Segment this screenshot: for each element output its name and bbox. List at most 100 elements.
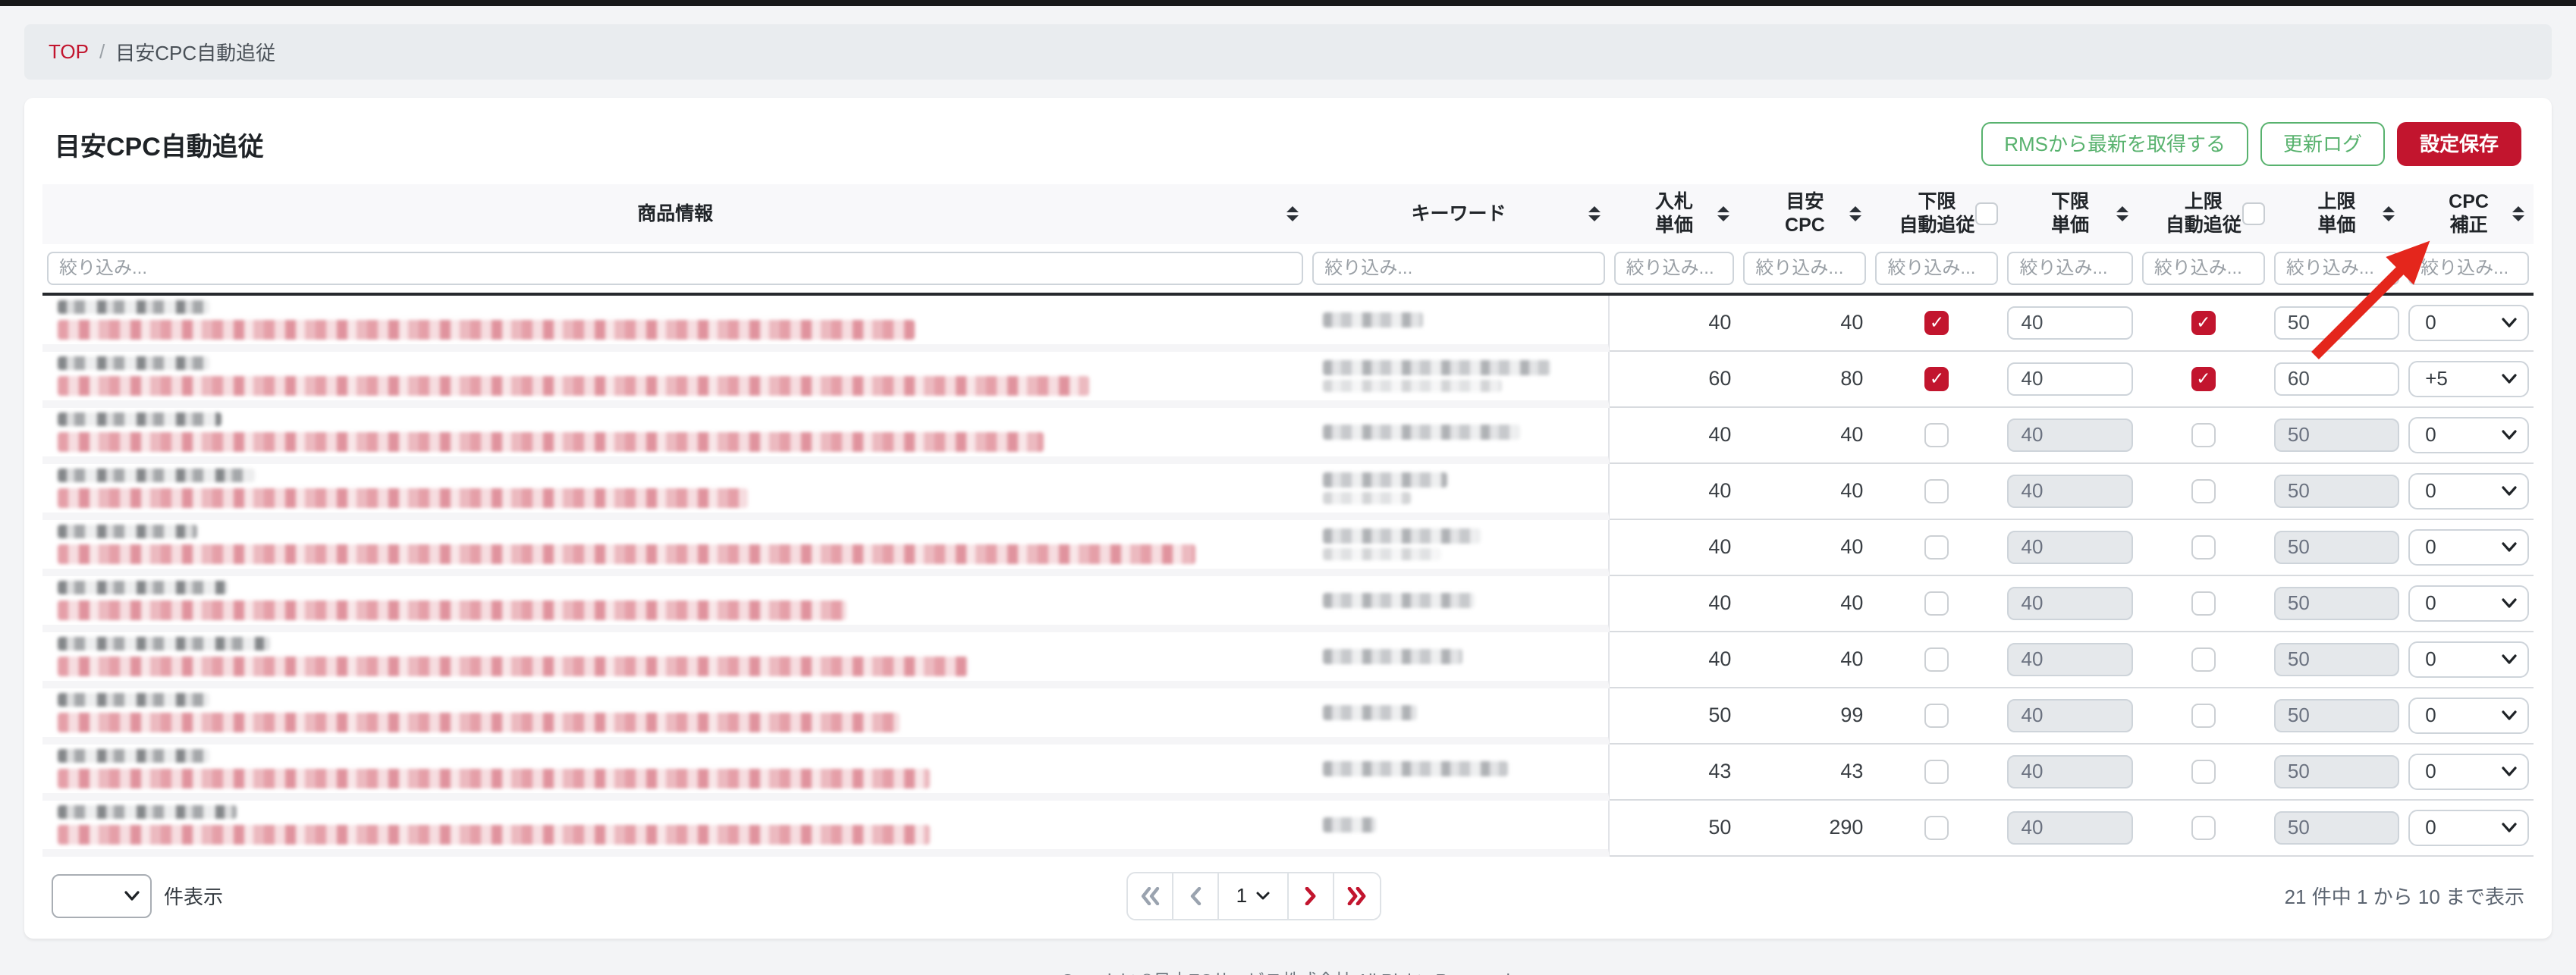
upper-auto-follow-checkbox[interactable] xyxy=(2191,703,2216,728)
lower-auto-follow-checkbox[interactable] xyxy=(1924,591,1949,616)
keyword-cell xyxy=(1308,744,1610,801)
column-header-bid-price[interactable]: 入札 単価 xyxy=(1610,184,1739,244)
cpc-correction-select[interactable]: 0 xyxy=(2408,641,2529,678)
cpc-correction-select[interactable]: 0 xyxy=(2408,697,2529,734)
column-header-upper-price[interactable]: 上限 単価 xyxy=(2270,184,2404,244)
column-header-lower-auto-follow[interactable]: 下限 自動追従 xyxy=(1871,184,2003,244)
filter-input-target-cpc[interactable] xyxy=(1743,251,1867,285)
product-info-cell[interactable] xyxy=(42,632,1308,688)
sort-icon[interactable] xyxy=(1286,206,1299,222)
update-log-button[interactable]: 更新ログ xyxy=(2260,122,2385,166)
redacted-product-name-link[interactable] xyxy=(58,656,968,676)
upper-price-cell xyxy=(2269,800,2405,857)
column-header-keyword[interactable]: キーワード xyxy=(1308,184,1609,244)
filter-input-upper-price[interactable] xyxy=(2273,251,2400,285)
redacted-product-name-link[interactable] xyxy=(58,544,1195,564)
product-info-cell[interactable] xyxy=(42,800,1308,857)
cpc-correction-select[interactable]: 0 xyxy=(2408,528,2529,566)
bid-price-value: 40 xyxy=(1609,575,1739,632)
redacted-product-name-link[interactable] xyxy=(58,375,1089,396)
cpc-correction-select[interactable]: +5 xyxy=(2408,360,2529,397)
column-header-target-cpc[interactable]: 目安 CPC xyxy=(1739,184,1871,244)
last-page-button[interactable] xyxy=(1334,873,1380,919)
upper-auto-follow-checkbox[interactable] xyxy=(2191,647,2216,672)
sort-icon[interactable] xyxy=(2383,206,2395,222)
upper-auto-follow-checkbox[interactable]: ✓ xyxy=(2191,310,2216,335)
cpc-correction-select[interactable]: 0 xyxy=(2408,753,2529,790)
save-settings-button[interactable]: 設定保存 xyxy=(2396,122,2521,166)
redacted-product-name-link[interactable] xyxy=(58,712,900,732)
redacted-product-name-link[interactable] xyxy=(58,824,930,845)
upper-auto-follow-checkbox[interactable] xyxy=(2191,591,2216,616)
lower-price-input[interactable] xyxy=(2007,362,2133,396)
cpc-correction-select[interactable]: 0 xyxy=(2408,304,2529,341)
redacted-product-name-link[interactable] xyxy=(58,768,930,788)
redacted-product-name-link[interactable] xyxy=(58,488,748,508)
redacted-product-name-link[interactable] xyxy=(58,600,847,620)
filter-input-lower-auto-follow[interactable] xyxy=(1875,251,1999,285)
lower-auto-follow-checkbox[interactable] xyxy=(1924,703,1949,728)
redacted-product-name-link[interactable] xyxy=(58,319,915,340)
upper-auto-follow-checkbox[interactable] xyxy=(2191,815,2216,840)
select-all-checkbox[interactable] xyxy=(1975,202,1999,226)
redacted-product-code xyxy=(58,748,209,763)
redacted-product-name-link[interactable] xyxy=(58,431,1044,452)
cpc-correction-select[interactable]: 0 xyxy=(2408,585,2529,622)
next-page-button[interactable] xyxy=(1288,873,1334,919)
sort-icon[interactable] xyxy=(1588,206,1601,222)
lower-price-input[interactable] xyxy=(2007,306,2133,340)
column-header-product-info[interactable]: 商品情報 xyxy=(42,184,1308,244)
first-page-button[interactable] xyxy=(1127,873,1173,919)
filter-input-keyword[interactable] xyxy=(1312,251,1605,285)
upper-auto-follow-checkbox[interactable] xyxy=(2191,535,2216,560)
upper-auto-follow-checkbox[interactable] xyxy=(2191,759,2216,784)
filter-input-bid-price[interactable] xyxy=(1613,251,1735,285)
column-label: 目安 xyxy=(1786,191,1824,212)
sort-icon[interactable] xyxy=(1717,206,1730,222)
lower-auto-follow-checkbox[interactable] xyxy=(1924,478,1949,503)
lower-auto-follow-checkbox[interactable] xyxy=(1924,815,1949,840)
upper-auto-follow-cell xyxy=(2137,800,2270,857)
cpc-correction-select[interactable]: 0 xyxy=(2408,416,2529,453)
breadcrumb-top-link[interactable]: TOP xyxy=(49,40,89,64)
select-all-checkbox[interactable] xyxy=(2241,202,2265,226)
upper-auto-follow-checkbox[interactable] xyxy=(2191,478,2216,503)
sort-icon[interactable] xyxy=(2116,206,2128,222)
sort-icon[interactable] xyxy=(2512,206,2524,222)
filter-input-product-info[interactable] xyxy=(47,251,1304,285)
lower-auto-follow-checkbox[interactable] xyxy=(1924,535,1949,560)
lower-auto-follow-checkbox[interactable] xyxy=(1924,647,1949,672)
filter-input-upper-auto-follow[interactable] xyxy=(2141,251,2265,285)
sort-icon[interactable] xyxy=(1849,206,1862,222)
column-header-upper-auto-follow[interactable]: 上限 自動追従 xyxy=(2138,184,2270,244)
upper-auto-follow-checkbox[interactable] xyxy=(2191,422,2216,447)
page-number-select[interactable]: 1 xyxy=(1218,873,1289,919)
redacted-product-code xyxy=(58,412,221,426)
lower-auto-follow-checkbox[interactable] xyxy=(1924,422,1949,447)
upper-price-input[interactable] xyxy=(2273,306,2400,340)
page-size-select[interactable] xyxy=(52,873,152,918)
filter-input-cpc-correction[interactable] xyxy=(2408,251,2529,285)
cpc-correction-select[interactable]: 0 xyxy=(2408,472,2529,509)
lower-auto-follow-checkbox[interactable]: ✓ xyxy=(1924,310,1949,335)
upper-price-input[interactable] xyxy=(2273,362,2400,396)
lower-auto-follow-checkbox[interactable]: ✓ xyxy=(1924,366,1949,391)
product-info-cell[interactable] xyxy=(42,688,1308,745)
prev-page-button[interactable] xyxy=(1173,873,1219,919)
product-info-cell[interactable] xyxy=(42,295,1308,352)
product-info-cell[interactable] xyxy=(42,575,1308,632)
redacted-product-code xyxy=(58,468,255,482)
filter-input-lower-price[interactable] xyxy=(2007,251,2133,285)
cpc-correction-select[interactable]: 0 xyxy=(2408,809,2529,846)
column-header-cpc-correction[interactable]: CPC 補正 xyxy=(2404,184,2534,244)
product-info-cell[interactable] xyxy=(42,519,1308,576)
fetch-rms-button[interactable]: RMSから最新を取得する xyxy=(1981,122,2248,166)
product-info-cell[interactable] xyxy=(42,744,1308,801)
column-header-lower-price[interactable]: 下限 単価 xyxy=(2003,184,2137,244)
lower-auto-follow-checkbox[interactable] xyxy=(1924,759,1949,784)
product-info-cell[interactable] xyxy=(42,351,1308,408)
upper-price-cell xyxy=(2269,744,2405,801)
product-info-cell[interactable] xyxy=(42,407,1308,464)
product-info-cell[interactable] xyxy=(42,463,1308,520)
upper-auto-follow-checkbox[interactable]: ✓ xyxy=(2191,366,2216,391)
